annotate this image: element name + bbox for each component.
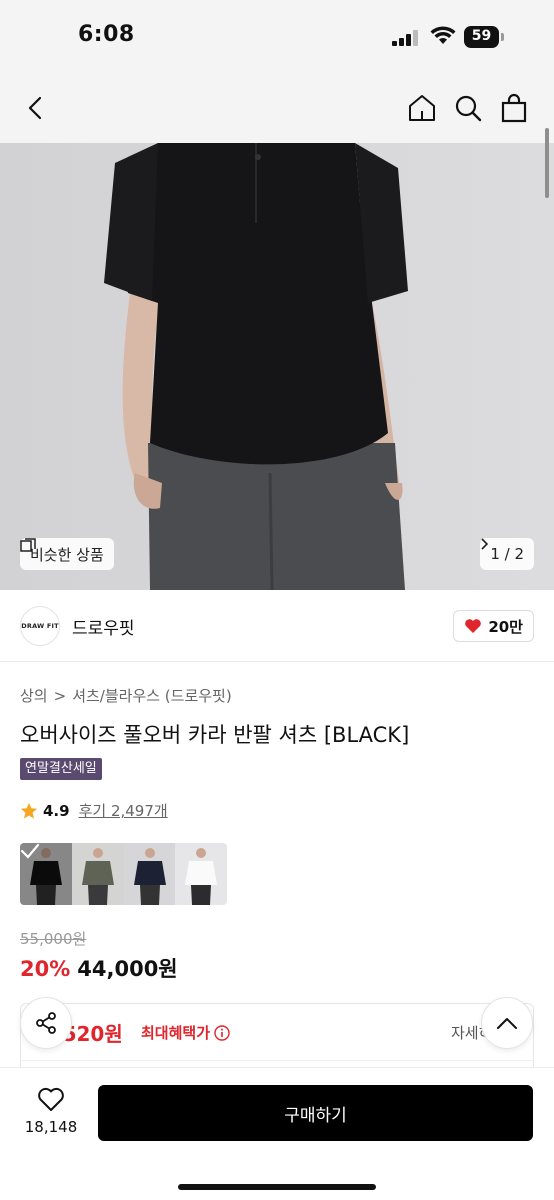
- chevron-right-icon: [481, 538, 489, 550]
- rating-value: 4.9: [43, 801, 70, 820]
- scroll-to-top-button[interactable]: [481, 997, 533, 1049]
- share-icon: [36, 1012, 56, 1034]
- rating-row: 4.9 후기 2,497개: [20, 800, 168, 821]
- heart-filled-icon: [465, 619, 482, 633]
- heart-outline-icon: [38, 1087, 64, 1111]
- wishlist-count: 18,148: [24, 1118, 78, 1136]
- star-icon: [20, 802, 38, 819]
- brand-like-button[interactable]: 20만: [453, 610, 534, 642]
- breadcrumb: 상의 > 셔츠/블라우스 (드로우핏): [20, 685, 232, 706]
- bottom-action-bar: 18,148 구매하기: [0, 1067, 554, 1200]
- review-count-link[interactable]: 후기 2,497개: [79, 800, 168, 821]
- max-benefit-label-text: 최대혜택가: [141, 1024, 211, 1042]
- brand-row: DRAW FIT 드로우핏 20만: [0, 590, 554, 662]
- search-icon: [455, 95, 482, 122]
- share-button[interactable]: [20, 997, 72, 1049]
- brand-name[interactable]: 드로우핏: [72, 614, 135, 639]
- back-button[interactable]: [16, 88, 56, 128]
- price-row: 20% 44,000원: [20, 953, 178, 983]
- sale-badge: 연말결산세일: [20, 758, 102, 780]
- battery-level: 59: [471, 28, 492, 44]
- home-indicator: [178, 1184, 376, 1190]
- similar-items-icon: [20, 538, 36, 552]
- max-benefit-label: 최대혜택가: [141, 1022, 230, 1043]
- wishlist-button[interactable]: 18,148: [20, 1086, 82, 1146]
- wifi-icon: [430, 26, 456, 44]
- breadcrumb-separator: >: [53, 686, 67, 705]
- similar-products-button[interactable]: 비슷한 상품: [20, 538, 114, 570]
- breadcrumb-item-shirts[interactable]: 셔츠/블라우스 (드로우핏): [72, 685, 232, 706]
- color-thumb-navy[interactable]: [123, 843, 176, 905]
- brand-logo[interactable]: DRAW FIT: [20, 606, 60, 646]
- product-image-carousel[interactable]: 비슷한 상품 1 / 2: [0, 143, 554, 590]
- search-button[interactable]: [448, 88, 488, 128]
- shopping-bag-icon: [501, 93, 527, 123]
- home-button[interactable]: [402, 88, 442, 128]
- brand-like-count: 20만: [488, 617, 523, 636]
- color-thumb-khaki[interactable]: [71, 843, 124, 905]
- similar-products-label: 비슷한 상품: [30, 545, 104, 564]
- check-icon: [20, 843, 40, 859]
- color-thumb-black[interactable]: [20, 843, 72, 905]
- home-icon: [409, 95, 435, 121]
- product-title: 오버사이즈 풀오버 카라 반팔 셔츠 [BLACK]: [20, 723, 410, 747]
- image-pager[interactable]: 1 / 2: [480, 538, 534, 570]
- status-bar: 6:08 59: [0, 0, 554, 76]
- cellular-signal-icon: [392, 30, 418, 46]
- chevron-left-icon: [28, 96, 42, 120]
- divider: [21, 1060, 533, 1061]
- color-options: [20, 843, 227, 905]
- battery-icon: 59: [464, 26, 504, 48]
- info-icon[interactable]: [214, 1024, 230, 1041]
- discount-rate: 20%: [20, 957, 71, 981]
- top-nav: [0, 76, 554, 143]
- scroll-indicator[interactable]: [545, 128, 549, 198]
- cart-button[interactable]: [494, 88, 534, 128]
- original-price: 55,000원: [20, 930, 87, 948]
- buy-button[interactable]: 구매하기: [98, 1085, 533, 1141]
- pager-text: 1 / 2: [490, 545, 524, 563]
- color-thumb-white[interactable]: [175, 843, 227, 905]
- sale-price: 44,000원: [77, 957, 178, 981]
- status-time: 6:08: [78, 22, 135, 47]
- chevron-up-icon: [497, 1018, 517, 1029]
- breadcrumb-item-top[interactable]: 상의: [20, 685, 48, 706]
- product-photo: [0, 143, 554, 590]
